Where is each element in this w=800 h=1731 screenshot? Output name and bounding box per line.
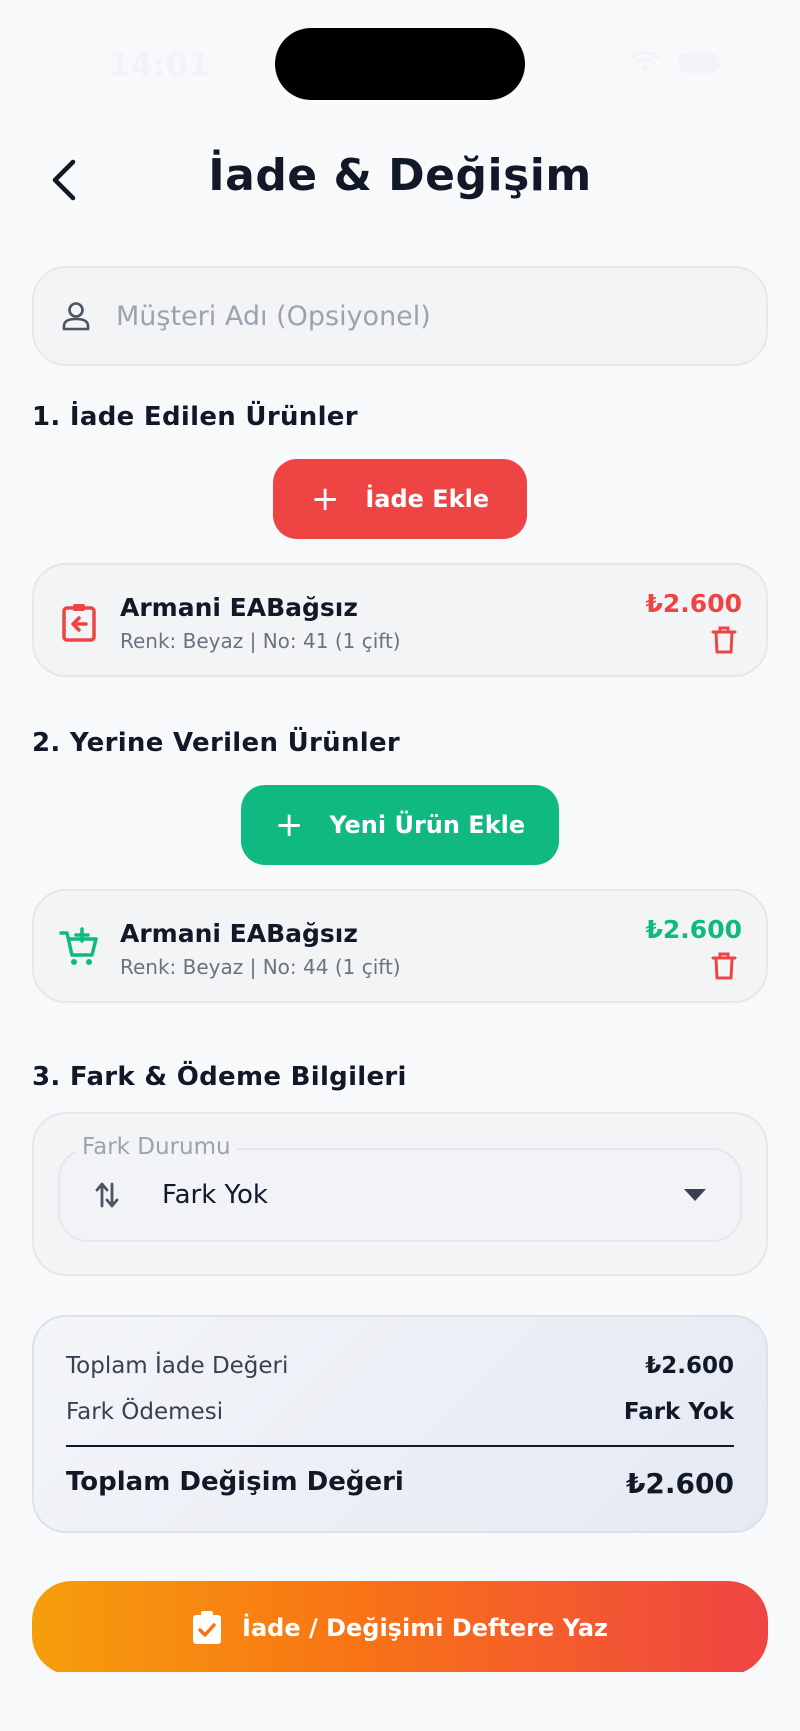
swap-vertical-icon [95,1182,119,1208]
returns-section-title: 1. İade Edilen Ürünler [32,402,358,432]
summary-card: Toplam İade Değeri ₺2.600 Fark Ödemesi F… [32,1315,768,1533]
difference-field-label: Fark Durumu [76,1134,237,1160]
return-item-price: ₺2.600 [645,589,742,618]
delete-replacement-trash-icon[interactable] [710,951,738,981]
header: İade & Değişim [0,140,800,220]
return-item-detail: Renk: Beyaz | No: 41 (1 çift) [120,629,401,653]
total-exchange-value: ₺2.600 [625,1467,734,1500]
return-item-name: Armani EABağsız [120,593,358,622]
summary-row-total-return: Toplam İade Değeri ₺2.600 [66,1353,734,1379]
diff-payment-label: Fark Ödemesi [66,1399,224,1425]
user-icon [62,302,90,331]
status-bar: 14:01 [0,0,800,130]
total-exchange-label: Toplam Değişim Değeri [66,1467,404,1497]
difference-status-select[interactable]: Fark Yok [58,1148,742,1242]
submit-label: İade / Değişimi Deftere Yaz [242,1614,608,1642]
replacements-section-title: 2. Yerine Verilen Ürünler [32,728,401,758]
customer-name-field[interactable] [32,266,768,366]
wifi-icon [630,52,660,74]
plus-icon: + [310,479,340,519]
summary-row-total-exchange: Toplam Değişim Değeri ₺2.600 [66,1467,734,1500]
customer-name-input[interactable] [116,300,716,332]
return-clipboard-icon [62,604,96,642]
diff-payment-value: Fark Yok [623,1399,734,1425]
add-new-product-label: Yeni Ürün Ekle [329,811,526,839]
total-return-label: Toplam İade Değeri [66,1353,289,1379]
add-return-label: İade Ekle [365,485,490,513]
add-new-product-button[interactable]: + Yeni Ürün Ekle [241,785,559,865]
replacement-item-detail: Renk: Beyaz | No: 44 (1 çift) [120,955,401,979]
delete-return-trash-icon[interactable] [710,625,738,655]
dynamic-island [275,28,525,100]
status-time: 14:01 [108,46,210,84]
return-item-card: Armani EABağsız Renk: Beyaz | No: 41 (1 … [32,563,768,677]
total-return-value: ₺2.600 [645,1353,734,1379]
submit-ledger-button[interactable]: İade / Değişimi Deftere Yaz [32,1581,768,1675]
clipboard-check-icon [193,1611,222,1644]
replacement-item-price: ₺2.600 [645,915,742,944]
summary-divider [66,1445,734,1447]
battery-icon [678,52,722,74]
dropdown-arrow-icon [684,1189,706,1201]
add-return-button[interactable]: + İade Ekle [273,459,527,539]
difference-selected-value: Fark Yok [162,1180,268,1210]
cart-add-icon [59,927,98,965]
replacement-item-name: Armani EABağsız [120,919,358,948]
plus-icon: + [274,805,304,845]
replacement-item-card: Armani EABağsız Renk: Beyaz | No: 44 (1 … [32,889,768,1003]
difference-section-title: 3. Fark & Ödeme Bilgileri [32,1062,407,1092]
bottom-safe-area [0,1672,800,1731]
status-icons [630,52,722,74]
summary-row-diff-payment: Fark Ödemesi Fark Yok [66,1399,734,1425]
difference-card: Fark Durumu Fark Yok [32,1112,768,1276]
page-title: İade & Değişim [208,150,592,201]
